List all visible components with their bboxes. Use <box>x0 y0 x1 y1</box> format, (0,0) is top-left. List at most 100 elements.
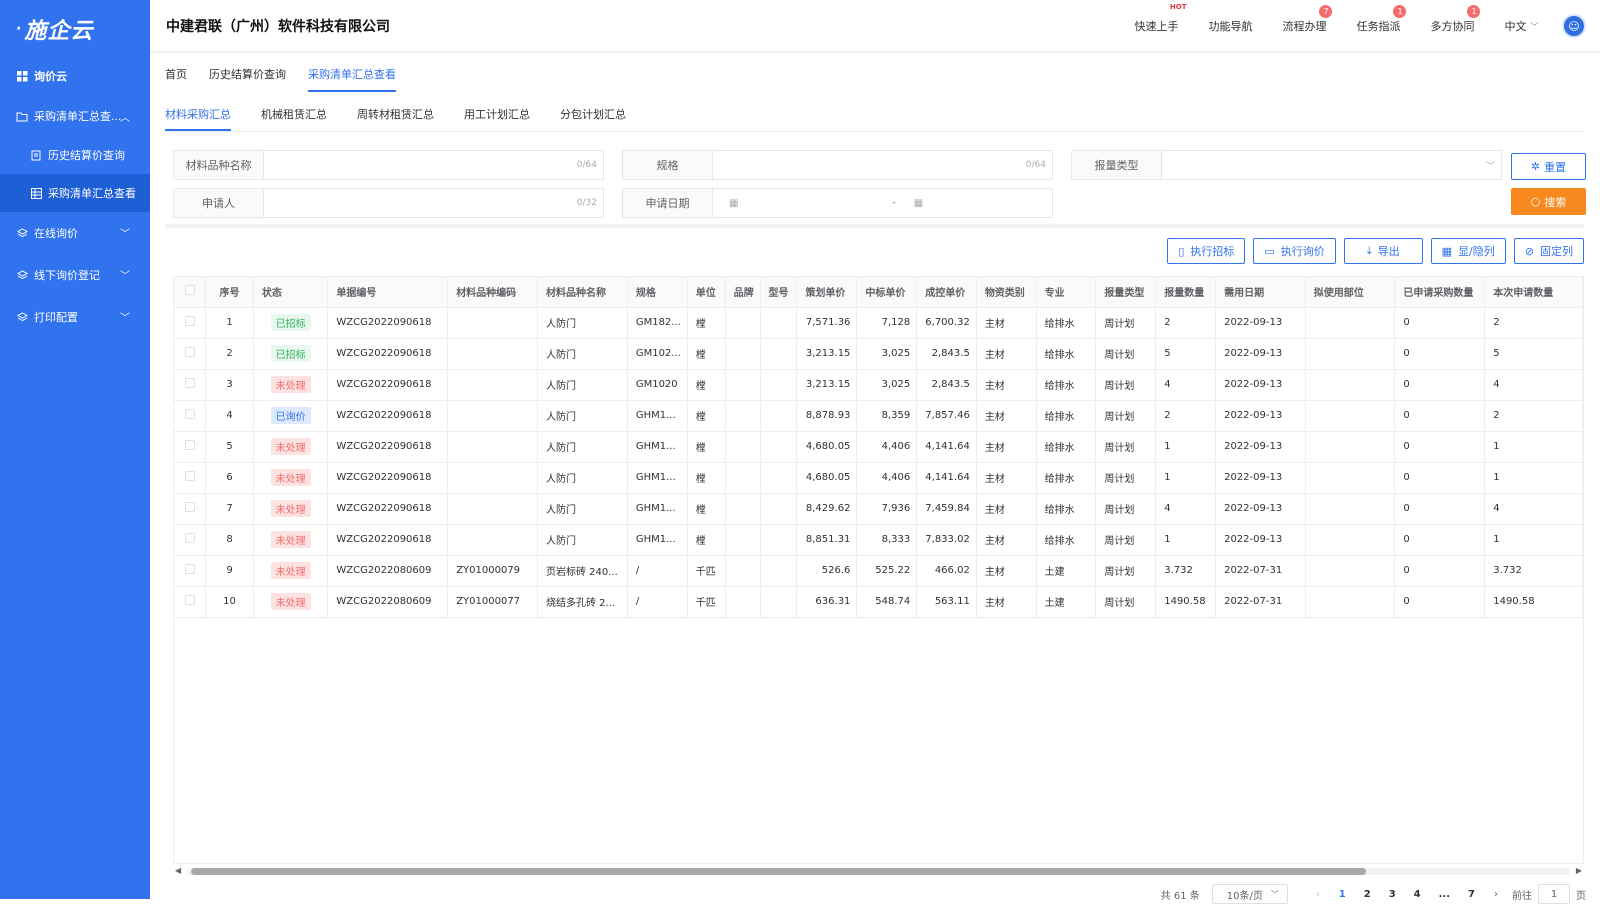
column-header[interactable]: 状态 <box>253 277 329 308</box>
page-4[interactable]: 4 <box>1414 889 1421 900</box>
column-header[interactable]: 成控单价 <box>916 277 977 308</box>
table-cell: GM102... <box>627 338 688 370</box>
page-7[interactable]: 7 <box>1468 889 1475 900</box>
table-row[interactable]: 6 未处理 WZCG2022090618 人防门 GHM1... 樘 4,680.05 4,4… <box>174 462 1583 494</box>
scroll-right-icon[interactable]: ▶ <box>1576 866 1582 875</box>
nav-process[interactable]: 流程办理 7 <box>1282 5 1333 34</box>
page-3[interactable]: 3 <box>1389 889 1396 900</box>
execute-inquiry-button[interactable]: ▭ 执行询价 <box>1253 238 1336 264</box>
sidebar-item-inquiry-cloud[interactable]: 询价云 <box>0 56 150 96</box>
table-cell: WZCG2022090618 <box>327 369 449 401</box>
tab-labor-plan[interactable]: 用工计划汇总 <box>464 106 530 131</box>
sidebar-item-procurement-summary[interactable]: 采购清单汇总查... ︿ <box>0 96 150 136</box>
nav-collaboration[interactable]: 多方协同 1 <box>1430 5 1481 34</box>
table-cell <box>1305 493 1396 525</box>
row-checkbox[interactable] <box>184 471 195 481</box>
scroll-left-icon[interactable]: ◀ <box>175 866 181 875</box>
table-row[interactable]: 5 未处理 WZCG2022090618 人防门 GHM1... 樘 4,680.05 4,4… <box>174 431 1583 463</box>
sidebar-item-offline-inquiry[interactable]: 线下询价登记 ﹀ <box>0 254 150 296</box>
prev-page-icon[interactable]: ‹ <box>1316 889 1320 900</box>
row-checkbox[interactable] <box>184 564 195 574</box>
row-checkbox[interactable] <box>184 440 195 450</box>
nav-task-assign[interactable]: 任务指派 1 <box>1356 5 1407 34</box>
page-ellipsis[interactable]: ... <box>1439 889 1450 900</box>
next-page-icon[interactable]: › <box>1494 889 1498 900</box>
row-checkbox[interactable] <box>184 347 195 357</box>
sidebar-item-label: 询价云 <box>34 70 67 83</box>
row-checkbox[interactable] <box>184 316 195 326</box>
column-header[interactable]: 策划单价 <box>796 277 858 308</box>
row-checkbox[interactable] <box>184 595 195 605</box>
sidebar-item-history-price[interactable]: 历史结算价查询 <box>0 136 150 174</box>
page-2[interactable]: 2 <box>1364 889 1371 900</box>
sidebar-item-online-inquiry[interactable]: 在线询价 ﹀ <box>0 212 150 254</box>
applicant-field: 申请人 0/32 <box>173 188 604 218</box>
table-cell: 548.74 <box>856 586 918 618</box>
date-range-input[interactable]: ▦ - ▦ <box>713 189 1052 217</box>
row-checkbox[interactable] <box>184 409 195 419</box>
spec-input[interactable]: 0/64 <box>713 151 1052 179</box>
table-cell <box>725 462 761 494</box>
tab-procurement-view[interactable]: 采购清单汇总查看 <box>308 66 396 92</box>
nav-function-guide[interactable]: 功能导航 <box>1208 18 1252 34</box>
goto-page-input[interactable]: 1 <box>1538 884 1570 904</box>
tab-material-purchase[interactable]: 材料采购汇总 <box>165 106 231 131</box>
table-row[interactable]: 2 已招标 WZCG2022090618 人防门 GM102... 樘 3,213.15 3,… <box>174 338 1583 370</box>
page-1[interactable]: 1 <box>1339 889 1346 900</box>
search-button[interactable]: ○ 搜索 <box>1511 188 1586 215</box>
column-header[interactable]: 材料品种编码 <box>447 277 538 308</box>
table-row[interactable]: 4 已询价 WZCG2022090618 人防门 GHM1... 樘 8,878.93 8,3… <box>174 400 1583 432</box>
table-row[interactable]: 3 未处理 WZCG2022090618 人防门 GM1020 樘 3,213.15 3,02… <box>174 369 1583 401</box>
avatar[interactable]: ☺ <box>1562 14 1586 38</box>
column-header[interactable]: 需用日期 <box>1215 277 1306 308</box>
sidebar-item-procurement-view[interactable]: 采购清单汇总查看 <box>0 174 150 212</box>
column-header[interactable]: 单据编号 <box>327 277 449 308</box>
column-header[interactable]: 规格 <box>627 277 688 308</box>
report-type-select[interactable]: ﹀ <box>1162 151 1501 179</box>
export-button[interactable]: ⤓ 导出 <box>1343 238 1423 264</box>
tab-home[interactable]: 首页 <box>165 66 187 92</box>
column-header[interactable]: 专业 <box>1036 277 1097 308</box>
column-header[interactable]: 中标单价 <box>856 277 918 308</box>
table-row[interactable]: 1 已招标 WZCG2022090618 人防门 GM182... 樘 7,571.36 7,… <box>174 307 1583 339</box>
column-header[interactable]: 已申请采购数量 <box>1394 277 1486 308</box>
column-header[interactable]: 品牌 <box>725 277 761 308</box>
tab-turnover-rental[interactable]: 周转材租赁汇总 <box>357 106 434 131</box>
nav-quick-start[interactable]: 快速上手 HOT <box>1134 3 1186 34</box>
table-row[interactable]: 7 未处理 WZCG2022090618 人防门 GHM1... 樘 8,429.62 7,9… <box>174 493 1583 525</box>
sidebar-item-print-config[interactable]: 打印配置 ﹀ <box>0 296 150 338</box>
column-header[interactable]: 报量数量 <box>1155 277 1217 308</box>
applicant-input[interactable]: 0/32 <box>264 189 603 217</box>
page-size-select[interactable]: 10条/页 ﹀ <box>1211 884 1288 904</box>
column-header[interactable]: 序号 <box>205 277 254 308</box>
column-header[interactable]: 材料品种名称 <box>537 277 628 308</box>
horizontal-scrollbar[interactable]: ◀ ▶ <box>173 866 1584 876</box>
table-row[interactable]: 8 未处理 WZCG2022090618 人防门 GHM1... 樘 8,851.31 8,3… <box>174 524 1583 556</box>
table-row[interactable]: 9 未处理 WZCG2022080609 ZY01000079 页岩标砖 240... /… <box>174 555 1583 587</box>
column-header[interactable]: 本次申请数量 <box>1484 277 1583 308</box>
reset-button[interactable]: ✲ 重置 <box>1511 153 1586 180</box>
language-select[interactable]: 中文 ﹀ <box>1504 18 1539 34</box>
tab-subcontract-plan[interactable]: 分包计划汇总 <box>560 106 626 131</box>
tab-history-price[interactable]: 历史结算价查询 <box>209 66 286 92</box>
column-header[interactable]: 拟使用部位 <box>1305 277 1396 308</box>
scroll-thumb[interactable] <box>191 868 1366 875</box>
column-header[interactable]: 报量类型 <box>1095 277 1157 308</box>
folder-icon <box>16 110 28 122</box>
fix-columns-button[interactable]: ⊘ 固定列 <box>1513 238 1584 264</box>
table-cell: 土建 <box>1036 555 1097 587</box>
execute-bidding-button[interactable]: ▯ 执行招标 <box>1167 238 1246 264</box>
show-hide-columns-button[interactable]: ▦ 显/隐列 <box>1430 238 1506 264</box>
material-name-input[interactable]: 0/64 <box>264 151 603 179</box>
tab-machinery-rental[interactable]: 机械租赁汇总 <box>261 106 327 131</box>
row-checkbox[interactable] <box>184 502 195 512</box>
column-header[interactable]: 单位 <box>687 277 726 308</box>
column-header[interactable]: 物资类别 <box>976 277 1037 308</box>
field-label: 申请人 <box>174 189 264 217</box>
table-cell <box>447 307 538 339</box>
row-checkbox[interactable] <box>184 533 195 543</box>
table-row[interactable]: 10 未处理 WZCG2022080609 ZY01000077 烧结多孔砖 2... /… <box>174 586 1583 618</box>
row-checkbox[interactable] <box>184 378 195 388</box>
select-all-checkbox[interactable] <box>184 285 195 296</box>
column-header[interactable]: 型号 <box>760 277 798 308</box>
